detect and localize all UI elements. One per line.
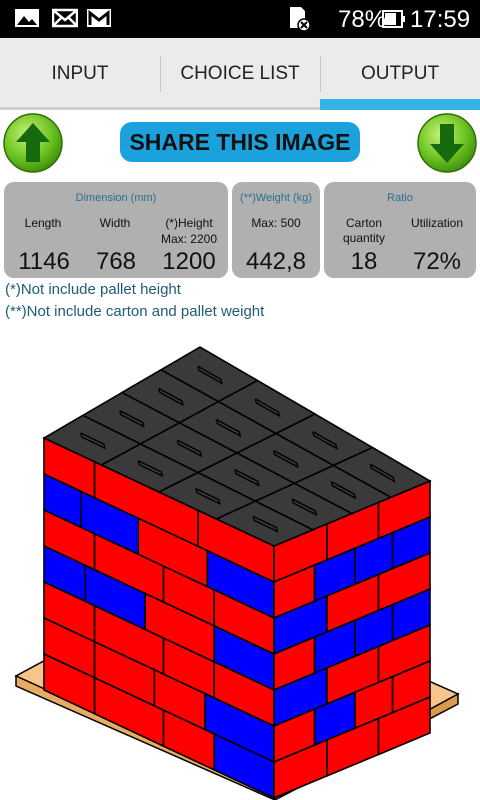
battery-icon [382,10,405,28]
gmail-icon [87,9,111,27]
sd-card-icon [290,7,311,32]
battery-percentage: 78% [338,6,387,33]
arrow-up-icon[interactable] [2,112,64,174]
status-bar: 78% 17:59 [0,0,480,38]
tab-bar: INPUT CHOICE LIST OUTPUT [0,38,480,110]
note-weight: (**)Not include carton and pallet weight [5,303,265,320]
length-value: 1146 [18,248,70,275]
dimension-title: Dimension (mm) [75,192,157,204]
weight-panel: (**)Weight (kg) Max: 500 442,8 [232,182,320,278]
clock: 17:59 [410,6,471,33]
height-label: (*)Height [165,216,213,230]
tab-input[interactable]: INPUT [0,38,160,110]
weight-title: (**)Weight (kg) [240,192,312,204]
dimension-panel: Dimension (mm) Length Width (*)Height Ma… [4,182,228,278]
width-value: 768 [95,248,137,275]
carton-quantity-value: 18 [350,248,378,275]
tab-choice-list[interactable]: CHOICE LIST [160,38,320,110]
weight-value: 442,8 [245,248,307,275]
mail-icon [52,8,78,28]
picture-icon [15,9,39,27]
carton-quantity-label: Carton quantity [342,216,386,245]
ratio-title: Ratio [387,192,413,204]
ratio-panel: Ratio Carton quantity Utilization 18 72% [324,182,476,278]
width-label: Width [99,216,131,230]
utilization-value: 72% [412,248,462,275]
arrow-down-icon[interactable] [416,112,478,174]
length-label: Length [24,216,62,230]
height-max-label: Max: 2200 [160,232,218,246]
pallet-illustration [14,346,460,800]
weight-max-label: Max: 500 [251,216,301,230]
note-height: (*)Not include pallet height [5,281,181,298]
carton-stack [42,346,432,800]
height-value: 1200 [162,248,216,275]
share-image-button[interactable]: SHARE THIS IMAGE [120,122,360,162]
tab-selected-indicator [320,99,480,110]
utilization-label: Utilization [410,216,464,230]
